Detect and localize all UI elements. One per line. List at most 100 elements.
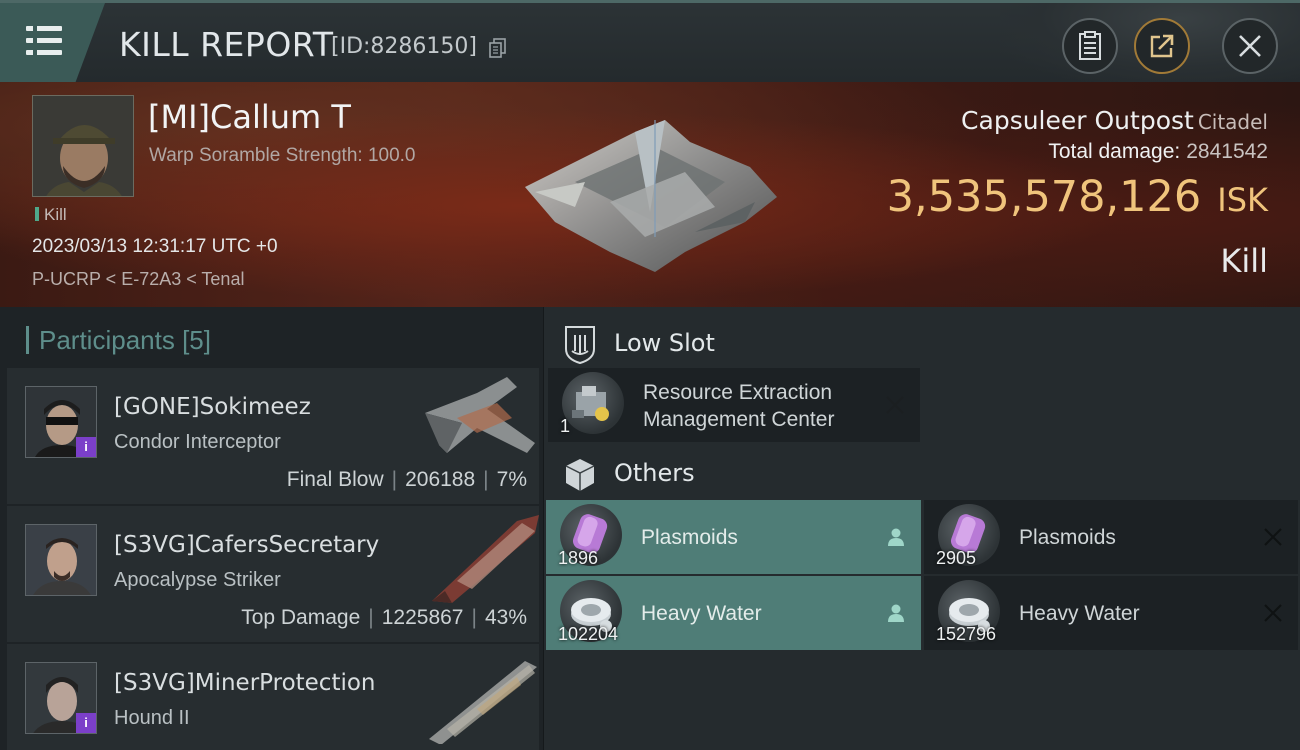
item-quantity: 102204	[558, 624, 619, 644]
participant-name: [S3VG]CafersSecretary	[114, 532, 380, 558]
stat-separator: |	[483, 468, 489, 491]
isk-value: 3,535,578,126 ISK	[887, 172, 1268, 222]
menu-button[interactable]	[0, 3, 105, 82]
destroyed-icon	[1264, 528, 1282, 546]
copy-icon[interactable]	[489, 38, 507, 58]
report-id: [ID:8286150]	[331, 34, 477, 59]
menu-icon-gap	[33, 50, 37, 55]
item-name: Resource Extraction Management Center	[643, 379, 834, 433]
menu-icon-gap	[33, 38, 37, 43]
participant-row[interactable]: i [S3VG]MinerProtection Hound II	[7, 644, 539, 750]
module-icon	[572, 386, 609, 421]
participants-label: Participants	[39, 325, 175, 355]
menu-icon-gap	[33, 26, 37, 31]
others-icon	[565, 459, 595, 491]
kill-datetime: 2023/03/13 12:31:17 UTC +0	[32, 236, 278, 257]
participant-ship: Apocalypse Striker	[114, 569, 281, 591]
stat-separator: |	[471, 606, 477, 629]
stat-separator: |	[391, 468, 398, 491]
participant-ship: Hound II	[114, 707, 190, 729]
victim-avatar[interactable]	[32, 95, 134, 197]
info-badge: i	[76, 713, 96, 733]
participants-panel: Participants [5] i [GONE]Sokimeez Condor…	[0, 307, 544, 750]
total-damage: Total damage: 2841542	[1048, 140, 1268, 164]
participant-damage: 1225867	[381, 606, 464, 629]
portrait-image	[26, 525, 96, 595]
item-name-line: Resource Extraction	[643, 381, 833, 404]
item-row[interactable]: 102204 Heavy Water	[546, 576, 921, 650]
item-row[interactable]: 1 Resource Extraction Management Center	[548, 368, 920, 442]
item-name: Heavy Water	[641, 602, 762, 625]
close-button[interactable]	[1222, 18, 1278, 74]
victim-name[interactable]: [MI]Callum T	[148, 98, 351, 136]
participant-role: Final Blow	[286, 468, 384, 491]
dropped-user-icon	[888, 604, 904, 622]
structure-name-text: Capsuleer Outpost	[961, 106, 1194, 135]
destroyed-icon	[1264, 604, 1282, 622]
participant-damage: 206188	[405, 468, 476, 491]
participant-name: [GONE]Sokimeez	[114, 394, 311, 420]
structure-name[interactable]: Capsuleer Outpost Citadel	[961, 106, 1268, 135]
participants-marker	[26, 326, 29, 354]
isk-unit: ISK	[1217, 181, 1268, 219]
participant-stats: Top Damage | 1225867 | 43%	[241, 606, 527, 630]
ship-image	[425, 377, 535, 453]
ship-image	[432, 515, 539, 603]
participants-header: Participants [5]	[26, 325, 211, 356]
low-slot-header: Low Slot	[544, 326, 944, 365]
share-icon	[1150, 34, 1174, 58]
items-panel: Low Slot 1 Resource Extraction Management…	[544, 307, 1300, 750]
menu-icon-bar	[26, 38, 62, 43]
menu-icon-bar	[26, 50, 62, 55]
item-name: Heavy Water	[1019, 602, 1140, 625]
stat-separator: |	[368, 606, 374, 629]
info-badge: i	[76, 437, 96, 457]
kill-location[interactable]: P-UCRP < E-72A3 < Tenal	[32, 269, 244, 290]
structure-image	[525, 120, 777, 272]
participants-count: [5]	[182, 325, 211, 355]
destroyed-icon	[886, 396, 904, 414]
victim-detail: Warp Soramble Strength: 100.0	[149, 145, 416, 166]
item-quantity: 1896	[558, 548, 599, 568]
kill-tag: Kill	[35, 205, 67, 225]
clipboard-icon	[1079, 31, 1101, 60]
item-row[interactable]: 1896 Plasmoids	[546, 500, 921, 574]
item-quantity: 152796	[936, 624, 997, 644]
participant-stats: Final Blow | 206188 | 7%	[287, 468, 527, 492]
others-label: Others	[614, 459, 695, 487]
isk-amount: 3,535,578,126	[886, 172, 1202, 222]
kill-result: Kill	[1220, 242, 1268, 280]
dropped-user-icon	[888, 528, 904, 546]
structure-class: Citadel	[1197, 110, 1268, 134]
item-quantity: 2905	[936, 548, 977, 568]
portrait-image	[33, 96, 133, 196]
participant-avatar[interactable]	[25, 524, 97, 596]
participant-row[interactable]: i [GONE]Sokimeez Condor Interceptor Fina…	[7, 368, 539, 504]
report-button[interactable]	[1062, 18, 1118, 74]
others-header: Others	[544, 459, 944, 495]
low-slot-label: Low Slot	[614, 329, 715, 357]
item-name: Plasmoids	[1019, 526, 1116, 549]
participant-role: Top Damage	[241, 606, 361, 629]
item-name: Plasmoids	[641, 526, 738, 549]
participant-name: [S3VG]MinerProtection	[114, 670, 376, 696]
low-slot-icon	[565, 326, 595, 365]
item-row[interactable]: 2905 Plasmoids	[924, 500, 1298, 574]
participant-ship: Condor Interceptor	[114, 431, 281, 453]
item-row[interactable]: 152796 Heavy Water	[924, 576, 1298, 650]
participant-avatar[interactable]: i	[25, 662, 97, 734]
participant-row[interactable]: [S3VG]CafersSecretary Apocalypse Striker…	[7, 506, 539, 642]
victim-banner: [MI]Callum T Warp Soramble Strength: 100…	[0, 82, 1300, 307]
share-button[interactable]	[1134, 18, 1190, 74]
menu-icon	[26, 26, 62, 31]
item-image	[562, 372, 624, 434]
page-title: KILL REPORT	[119, 25, 334, 64]
participant-avatar[interactable]: i	[25, 386, 97, 458]
participant-percent: 43%	[484, 606, 527, 629]
participant-percent: 7%	[496, 468, 527, 491]
kill-tag-marker	[35, 207, 39, 221]
header-bar: KILL REPORT [ID:8286150]	[0, 0, 1300, 83]
item-quantity: 1	[560, 416, 571, 436]
item-name-line: Management Center	[643, 408, 835, 431]
total-damage-value: 2841542	[1186, 140, 1268, 163]
